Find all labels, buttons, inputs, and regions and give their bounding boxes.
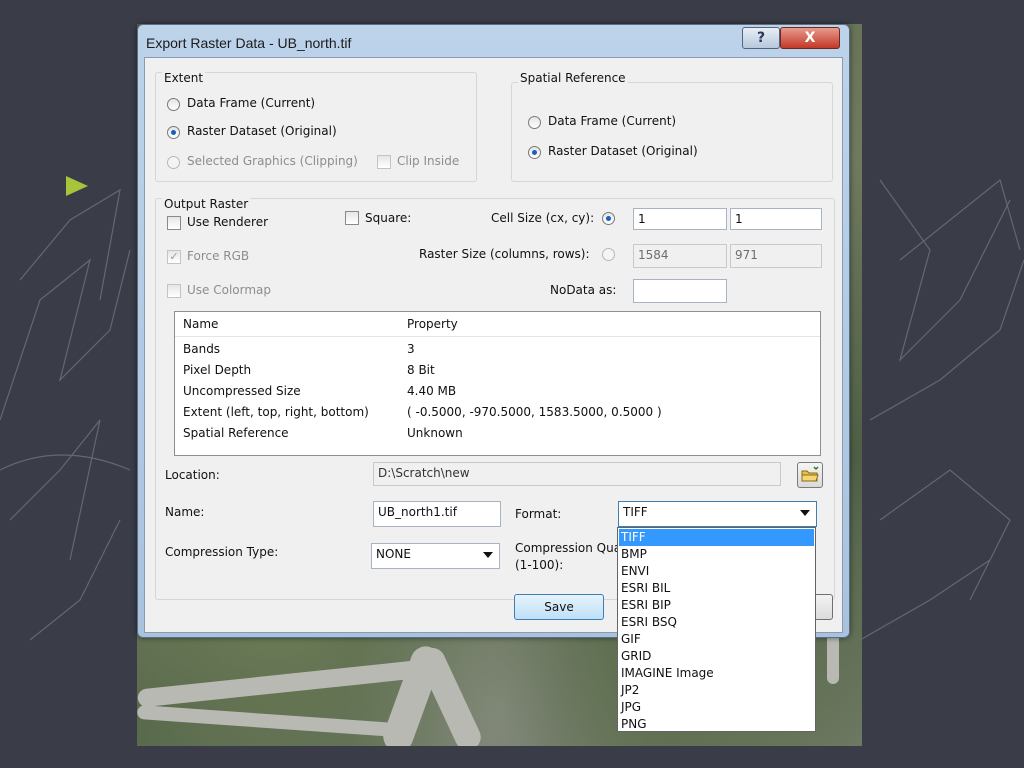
name-label: Name: <box>165 505 205 519</box>
use-renderer-checkbox[interactable] <box>167 216 181 230</box>
compression-quality-label: Compression Qua <box>515 541 622 555</box>
table-row: Extent (left, top, right, bottom) ( -0.5… <box>175 402 820 423</box>
browse-folder-button[interactable] <box>797 462 823 488</box>
format-option-envi[interactable]: ENVI <box>619 563 814 580</box>
raster-size-radio[interactable] <box>602 248 615 261</box>
table-row: Uncompressed Size 4.40 MB <box>175 381 820 402</box>
close-button[interactable]: X <box>780 27 840 49</box>
format-option-jpg[interactable]: JPG <box>619 699 814 716</box>
table-cell-value: 4.40 MB <box>407 384 457 398</box>
cancel-button-partial[interactable] <box>813 594 833 620</box>
nodata-label: NoData as: <box>550 283 617 297</box>
column-header-property[interactable]: Property <box>407 317 458 331</box>
table-cell-value: 3 <box>407 342 415 356</box>
use-colormap-label: Use Colormap <box>187 283 272 297</box>
clip-inside-label: Clip Inside <box>397 154 460 168</box>
cell-size-label: Cell Size (cx, cy): <box>491 211 595 225</box>
table-cell-value: 8 Bit <box>407 363 435 377</box>
extent-data-frame-label: Data Frame (Current) <box>187 96 316 110</box>
slide-bullet-icon <box>66 176 88 196</box>
format-option-jp2[interactable]: JP2 <box>619 682 814 699</box>
format-option-imagine-image[interactable]: IMAGINE Image <box>619 665 814 682</box>
format-label: Format: <box>515 507 562 521</box>
save-button[interactable]: Save <box>514 594 604 620</box>
spatial-ref-raster-dataset-radio[interactable] <box>528 146 541 159</box>
name-input[interactable]: UB_north1.tif <box>373 501 501 527</box>
table-row: Pixel Depth 8 Bit <box>175 360 820 381</box>
folder-icon <box>801 466 819 482</box>
spatial-ref-raster-dataset-label: Raster Dataset (Original) <box>548 144 698 158</box>
table-cell-name: Extent (left, top, right, bottom) <box>183 405 369 419</box>
raster-properties-table: Name Property Bands 3 Pixel Depth 8 Bit … <box>174 311 821 456</box>
column-header-name[interactable]: Name <box>183 317 218 331</box>
format-option-bmp[interactable]: BMP <box>619 546 814 563</box>
table-cell-name: Uncompressed Size <box>183 384 301 398</box>
format-option-grid[interactable]: GRID <box>619 648 814 665</box>
raster-size-label: Raster Size (columns, rows): <box>419 247 590 261</box>
table-cell-name: Spatial Reference <box>183 426 289 440</box>
format-option-png[interactable]: PNG <box>619 716 814 733</box>
format-option-tiff[interactable]: TIFF <box>619 529 814 546</box>
spatial-reference-group-label: Spatial Reference <box>518 71 628 85</box>
chevron-down-icon <box>483 552 493 558</box>
table-cell-name: Pixel Depth <box>183 363 252 377</box>
format-select-value: TIFF <box>623 505 648 519</box>
spatial-ref-data-frame-radio[interactable] <box>528 116 541 129</box>
format-option-esri-bip[interactable]: ESRI BIP <box>619 597 814 614</box>
format-option-gif[interactable]: GIF <box>619 631 814 648</box>
compression-type-value: NONE <box>376 547 411 561</box>
table-row: Bands 3 <box>175 339 820 360</box>
force-rgb-label: Force RGB <box>187 249 250 263</box>
help-button[interactable]: ? <box>742 27 780 49</box>
table-row: Spatial Reference Unknown <box>175 423 820 444</box>
table-cell-value: Unknown <box>407 426 463 440</box>
nodata-input[interactable] <box>633 279 727 303</box>
cell-size-radio[interactable] <box>602 212 615 225</box>
use-colormap-checkbox[interactable] <box>167 284 181 298</box>
spatial-ref-data-frame-label: Data Frame (Current) <box>548 114 677 128</box>
cell-size-x-input[interactable]: 1 <box>633 208 727 230</box>
extent-raster-dataset-radio[interactable] <box>167 126 180 139</box>
location-input[interactable]: D:\Scratch\new <box>373 462 781 486</box>
table-cell-name: Bands <box>183 342 221 356</box>
compression-quality-range-label: (1-100): <box>515 558 564 572</box>
location-label: Location: <box>165 468 220 482</box>
format-select[interactable]: TIFF <box>618 501 817 527</box>
square-label: Square: <box>365 211 412 225</box>
extent-data-frame-radio[interactable] <box>167 98 180 111</box>
extent-selected-graphics-label: Selected Graphics (Clipping) <box>187 154 358 168</box>
table-header: Name Property <box>175 312 820 337</box>
force-rgb-checkbox[interactable]: ✓ <box>167 250 181 264</box>
table-cell-value: ( -0.5000, -970.5000, 1583.5000, 0.5000 … <box>407 405 662 419</box>
use-renderer-label: Use Renderer <box>187 215 269 229</box>
clip-inside-checkbox[interactable] <box>377 155 391 169</box>
raster-rows-input[interactable]: 971 <box>730 244 822 268</box>
extent-raster-dataset-label: Raster Dataset (Original) <box>187 124 337 138</box>
extent-selected-graphics-radio[interactable] <box>167 156 180 169</box>
extent-group-label: Extent <box>162 71 206 85</box>
compression-type-label: Compression Type: <box>165 545 279 559</box>
raster-columns-input[interactable]: 1584 <box>633 244 727 268</box>
format-option-esri-bil[interactable]: ESRI BIL <box>619 580 814 597</box>
chevron-down-icon <box>800 510 810 516</box>
compression-type-select[interactable]: NONE <box>371 543 500 569</box>
dialog-title: Export Raster Data - UB_north.tif <box>146 35 352 51</box>
square-checkbox[interactable] <box>345 211 359 225</box>
cell-size-y-input[interactable]: 1 <box>730 208 822 230</box>
spatial-reference-group: Spatial Reference <box>511 71 833 182</box>
output-raster-group-label: Output Raster <box>162 197 251 211</box>
format-option-esri-bsq[interactable]: ESRI BSQ <box>619 614 814 631</box>
format-dropdown-list: TIFF BMP ENVI ESRI BIL ESRI BIP ESRI BSQ… <box>617 527 816 732</box>
